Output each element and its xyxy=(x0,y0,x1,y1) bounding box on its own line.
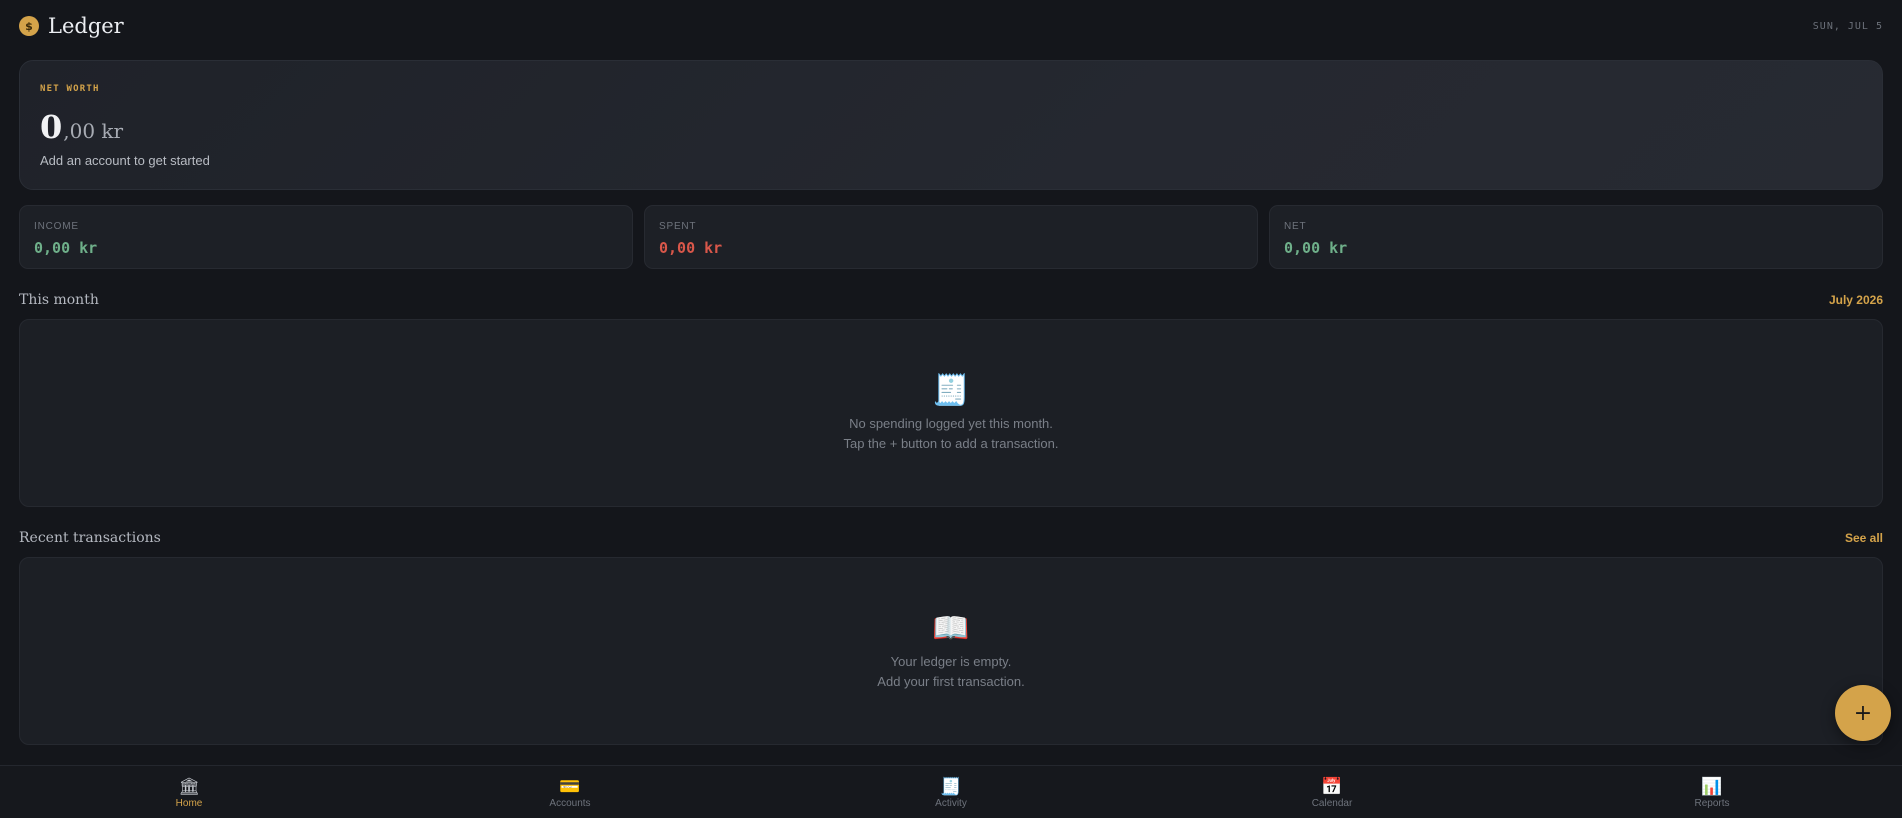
income-stat-card[interactable]: INCOME 0,00 kr xyxy=(19,205,633,269)
net-stat-card[interactable]: NET 0,00 kr xyxy=(1269,205,1883,269)
stats-row: INCOME 0,00 kr SPENT 0,00 kr NET 0,00 kr xyxy=(19,205,1883,269)
current-date: SUN, JUL 5 xyxy=(1812,20,1883,32)
recent-transactions-header: Recent transactions See all xyxy=(19,528,1883,548)
net-worth-amount: 0 ,00 kr xyxy=(40,108,123,146)
net-label: NET xyxy=(1284,221,1307,232)
income-value: 0,00 kr xyxy=(34,239,98,257)
spent-value: 0,00 kr xyxy=(659,239,723,257)
spent-stat-card[interactable]: SPENT 0,00 kr xyxy=(644,205,1258,269)
month-selector[interactable]: July 2026 xyxy=(1829,293,1883,307)
spent-label: SPENT xyxy=(659,221,697,232)
net-worth-card[interactable]: NET WORTH 0 ,00 kr Add an account to get… xyxy=(19,60,1883,190)
this-month-header: This month July 2026 xyxy=(19,290,1883,310)
empty-message: Your ledger is empty. xyxy=(890,654,1012,669)
receipt-icon: 🧾 xyxy=(932,373,970,408)
see-all-link[interactable]: See all xyxy=(1845,531,1883,545)
recent-empty-state: 📖 Your ledger is empty. Add your first t… xyxy=(20,612,1882,692)
nav-item-activity[interactable]: 🧾 Activity xyxy=(851,766,1051,818)
this-month-empty-state: 🧾 No spending logged yet this month. Tap… xyxy=(20,374,1882,454)
nav-item-label: Home xyxy=(175,797,203,809)
recent-transactions-panel: 📖 Your ledger is empty. Add your first t… xyxy=(19,557,1883,745)
bank-icon: 🏛 xyxy=(178,776,200,797)
bar-chart-icon: 📊 xyxy=(1701,776,1723,797)
nav-item-label: Calendar xyxy=(1311,797,1353,809)
net-value: 0,00 kr xyxy=(1284,239,1348,257)
open-book-icon: 📖 xyxy=(932,611,970,646)
income-label: INCOME xyxy=(34,221,79,232)
empty-hint: Add your first transaction. xyxy=(877,674,1025,689)
this-month-title: This month xyxy=(19,292,99,308)
nav-item-label: Activity xyxy=(935,797,967,809)
nav-item-home[interactable]: 🏛 Home xyxy=(89,766,289,818)
recent-transactions-title: Recent transactions xyxy=(19,530,161,546)
add-transaction-button[interactable]: + xyxy=(1835,685,1891,741)
nav-item-accounts[interactable]: 💳 Accounts xyxy=(470,766,670,818)
empty-hint: Tap the + button to add a transaction. xyxy=(843,436,1059,451)
net-worth-subtitle: Add an account to get started xyxy=(40,153,210,168)
bottom-nav: 🏛 Home 💳 Accounts 🧾 Activity 📅 Calendar … xyxy=(0,765,1902,818)
net-worth-amount-integer: 0 xyxy=(40,108,63,146)
credit-card-icon: 💳 xyxy=(559,776,581,797)
dollar-coin-icon: $ xyxy=(19,16,39,36)
net-worth-label: NET WORTH xyxy=(40,84,100,94)
this-month-panel: 🧾 No spending logged yet this month. Tap… xyxy=(19,319,1883,507)
brand[interactable]: $ Ledger xyxy=(19,14,124,38)
nav-item-reports[interactable]: 📊 Reports xyxy=(1612,766,1812,818)
nav-item-label: Reports xyxy=(1694,797,1730,809)
empty-message: No spending logged yet this month. xyxy=(849,416,1053,431)
nav-item-calendar[interactable]: 📅 Calendar xyxy=(1232,766,1432,818)
app-root: $ Ledger SUN, JUL 5 NET WORTH 0 ,00 kr A… xyxy=(0,0,1902,818)
calendar-icon: 📅 xyxy=(1321,776,1343,797)
net-worth-amount-decimals: ,00 kr xyxy=(63,119,124,143)
nav-item-label: Accounts xyxy=(549,797,591,809)
receipt-icon: 🧾 xyxy=(940,776,962,797)
app-title: Ledger xyxy=(48,14,124,38)
app-header: $ Ledger SUN, JUL 5 xyxy=(0,0,1902,52)
